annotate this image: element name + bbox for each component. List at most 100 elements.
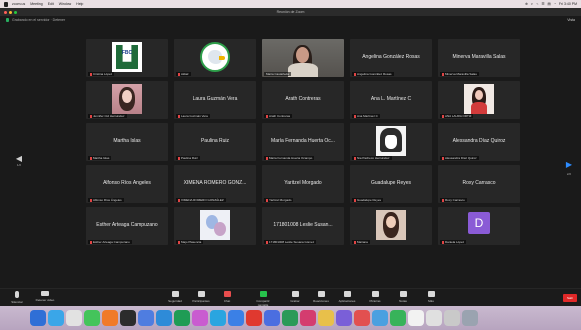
participant-tile[interactable]: Martha Islas Martha Islas xyxy=(86,123,168,161)
dock-app-icon[interactable] xyxy=(336,310,352,326)
chat-button[interactable]: Chat xyxy=(216,291,238,303)
meeting-info-bar: Grabando en el servidor · Detener Vista xyxy=(0,16,581,24)
participant-tile[interactable]: Alfonso Ríos Ángeles Alfonso Ríos Ángele… xyxy=(86,165,168,203)
participant-tile[interactable]: FBC Cristina López xyxy=(86,39,168,77)
menu-window[interactable]: Window xyxy=(59,2,71,6)
previous-page-arrow[interactable]: ◀ 1/2 xyxy=(14,154,24,170)
dock-app-icon[interactable] xyxy=(138,310,154,326)
participant-display-name: Esther Arteaga Campuzano xyxy=(96,222,158,228)
dock-app-icon[interactable] xyxy=(264,310,280,326)
participant-tile[interactable]: Guadalupe Reyes Guadalupe Reyes xyxy=(350,165,432,203)
menu-help[interactable]: Help xyxy=(76,2,83,6)
dock-app-icon[interactable] xyxy=(48,310,64,326)
dock-app-icon[interactable] xyxy=(444,310,460,326)
stop-video-button[interactable]: Detener video xyxy=(34,291,56,302)
dock-app-icon[interactable] xyxy=(246,310,262,326)
record-button[interactable]: Grabar xyxy=(284,291,306,303)
participant-tile[interactable]: María Fernanda Huerta Oc... María Fernan… xyxy=(262,123,344,161)
dock-app-icon[interactable] xyxy=(210,310,226,326)
participant-tile[interactable]: Majo Plasencia xyxy=(174,207,256,245)
participant-tile[interactable]: Arath Contreras Arath Contreras xyxy=(262,81,344,119)
status-icon-2[interactable]: ◐ xyxy=(531,2,533,6)
wifi-icon[interactable]: ⌁ xyxy=(536,2,538,6)
menu-edit[interactable]: Edit xyxy=(48,2,54,6)
view-button[interactable]: Vista xyxy=(567,18,575,22)
dock-app-icon[interactable] xyxy=(30,310,46,326)
next-page-arrow[interactable]: ▶ 2/2 xyxy=(564,154,574,176)
participant-name-label: Ana Martínez C xyxy=(352,114,380,118)
siri-icon[interactable]: ◔ xyxy=(554,2,556,6)
muted-mic-icon xyxy=(442,198,444,202)
apple-icon[interactable] xyxy=(4,1,8,7)
participant-name-label: Guadalupe Reyes xyxy=(352,198,384,202)
more-label: Más xyxy=(428,299,434,303)
participant-initial-avatar: D xyxy=(468,212,490,234)
dock-app-icon[interactable] xyxy=(228,310,244,326)
participant-tile[interactable]: Jennifer Cid Hernández xyxy=(86,81,168,119)
dock-app-icon[interactable] xyxy=(174,310,190,326)
participant-display-name: Laura Guzmán Vera xyxy=(192,96,238,102)
more-button[interactable]: Más xyxy=(420,291,442,303)
participant-tile[interactable]: XIMENA ROMERO GONZ... XIMENA ROMERO GONZ… xyxy=(174,165,256,203)
participant-tile[interactable]: Laura Guzmán Vera Laura Guzmán Vera xyxy=(174,81,256,119)
mute-button[interactable]: Silenciar xyxy=(6,291,28,304)
participant-tile[interactable]: Minerva Maravilla Salas Minerva Maravill… xyxy=(438,39,520,77)
dock-app-icon[interactable] xyxy=(102,310,118,326)
participant-tile[interactable]: Roxy Carrasco Roxy Carrasco xyxy=(438,165,520,203)
control-center-icon[interactable]: ☰ xyxy=(541,2,544,6)
apps-button[interactable]: Aplicaciones xyxy=(336,291,358,303)
participant-name-label: Paulina Ruiz xyxy=(176,156,200,160)
participant-tile[interactable]: Nia Pacheco Hernández xyxy=(350,123,432,161)
muted-mic-icon xyxy=(442,72,444,76)
participants-button[interactable]: Participantes xyxy=(190,291,212,303)
participant-tile[interactable]: Mariana xyxy=(350,207,432,245)
dock-app-icon[interactable] xyxy=(84,310,100,326)
muted-mic-icon xyxy=(354,72,356,76)
menu-meeting[interactable]: Meeting xyxy=(30,2,42,6)
muted-mic-icon xyxy=(266,156,268,160)
dock-app-icon[interactable] xyxy=(300,310,316,326)
security-shield-icon[interactable] xyxy=(6,18,9,22)
participant-name-label: María Castañeda xyxy=(264,72,292,76)
participant-tile[interactable]: Paulina Ruiz Paulina Ruiz xyxy=(174,123,256,161)
participant-tile[interactable]: 171801008 Leslie Susan... 171801008 Lesl… xyxy=(262,207,344,245)
reactions-button[interactable]: Reacciones xyxy=(310,291,332,303)
participant-name-label: Arath Contreras xyxy=(264,114,293,118)
dock-app-icon[interactable] xyxy=(318,310,334,326)
microphone-icon xyxy=(15,291,19,298)
dock-app-icon[interactable] xyxy=(354,310,370,326)
menubar-status-area: ⊕ ◐ ⌁ ☰ ▤ ◔ Fri 3:40 PM xyxy=(525,2,577,6)
participant-tile[interactable]: Esther Arteaga Campuzano Esther Arteaga … xyxy=(86,207,168,245)
dock-app-icon[interactable] xyxy=(426,310,442,326)
macos-menu-bar: zoom.us Meeting Edit Window Help ⊕ ◐ ⌁ ☰… xyxy=(0,0,581,8)
security-button[interactable]: Seguridad xyxy=(164,291,186,303)
recording-status[interactable]: Grabando en el servidor · Detener xyxy=(12,18,65,22)
participant-tile[interactable]: ANA LAURA ORTIZ xyxy=(438,81,520,119)
dock-app-icon[interactable] xyxy=(66,310,82,326)
battery-icon[interactable]: ▤ xyxy=(547,2,550,6)
participant-tile[interactable]: Angelina González Rosas Angelina Gonzále… xyxy=(350,39,432,77)
muted-mic-icon xyxy=(178,198,180,202)
participant-tile[interactable]: Aldair xyxy=(174,39,256,77)
participant-tile[interactable]: D Daniela López xyxy=(438,207,520,245)
dock-app-icon[interactable] xyxy=(408,310,424,326)
status-icon-1[interactable]: ⊕ xyxy=(525,2,528,6)
notes-button[interactable]: Notas xyxy=(392,291,414,303)
whiteboard-button[interactable]: Pizarras xyxy=(364,291,386,303)
dock-app-icon[interactable] xyxy=(156,310,172,326)
leave-meeting-button[interactable]: Salir xyxy=(563,294,577,302)
dock-app-icon[interactable] xyxy=(372,310,388,326)
participant-tile[interactable]: Alessandra Díaz Quiroz Alessandra Díaz Q… xyxy=(438,123,520,161)
participant-tile[interactable]: Yaritzel Morgado Yaritzel Morgado xyxy=(262,165,344,203)
dock-app-icon[interactable] xyxy=(462,310,478,326)
dock-app-icon[interactable] xyxy=(192,310,208,326)
menu-zoom[interactable]: zoom.us xyxy=(12,2,25,6)
video-camera-icon xyxy=(41,291,49,296)
dock-app-icon[interactable] xyxy=(282,310,298,326)
dock-app-icon[interactable] xyxy=(120,310,136,326)
clock[interactable]: Fri 3:40 PM xyxy=(559,2,577,6)
participant-tile[interactable]: Ana L. Martínez C Ana Martínez C xyxy=(350,81,432,119)
participant-tile-active-video[interactable]: María Castañeda xyxy=(262,39,344,77)
share-screen-button[interactable]: Compartir pantalla xyxy=(252,291,274,307)
dock-app-icon[interactable] xyxy=(390,310,406,326)
